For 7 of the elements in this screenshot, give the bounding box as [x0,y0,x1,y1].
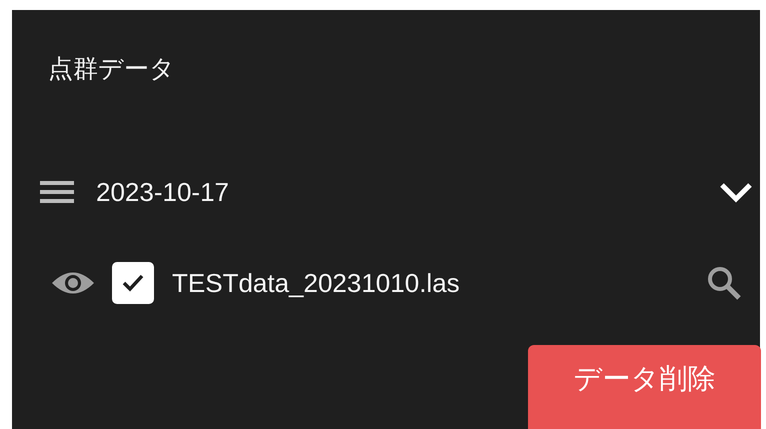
delete-button[interactable]: データ削除 [528,345,761,429]
checkbox[interactable] [112,262,154,304]
chevron-icon[interactable] [718,180,754,204]
group-label: 2023-10-17 [96,176,230,208]
panel-title: 点群データ [47,54,176,85]
file-name: TESTdata_20231010.las [172,268,461,298]
checkmark-icon [121,273,145,293]
